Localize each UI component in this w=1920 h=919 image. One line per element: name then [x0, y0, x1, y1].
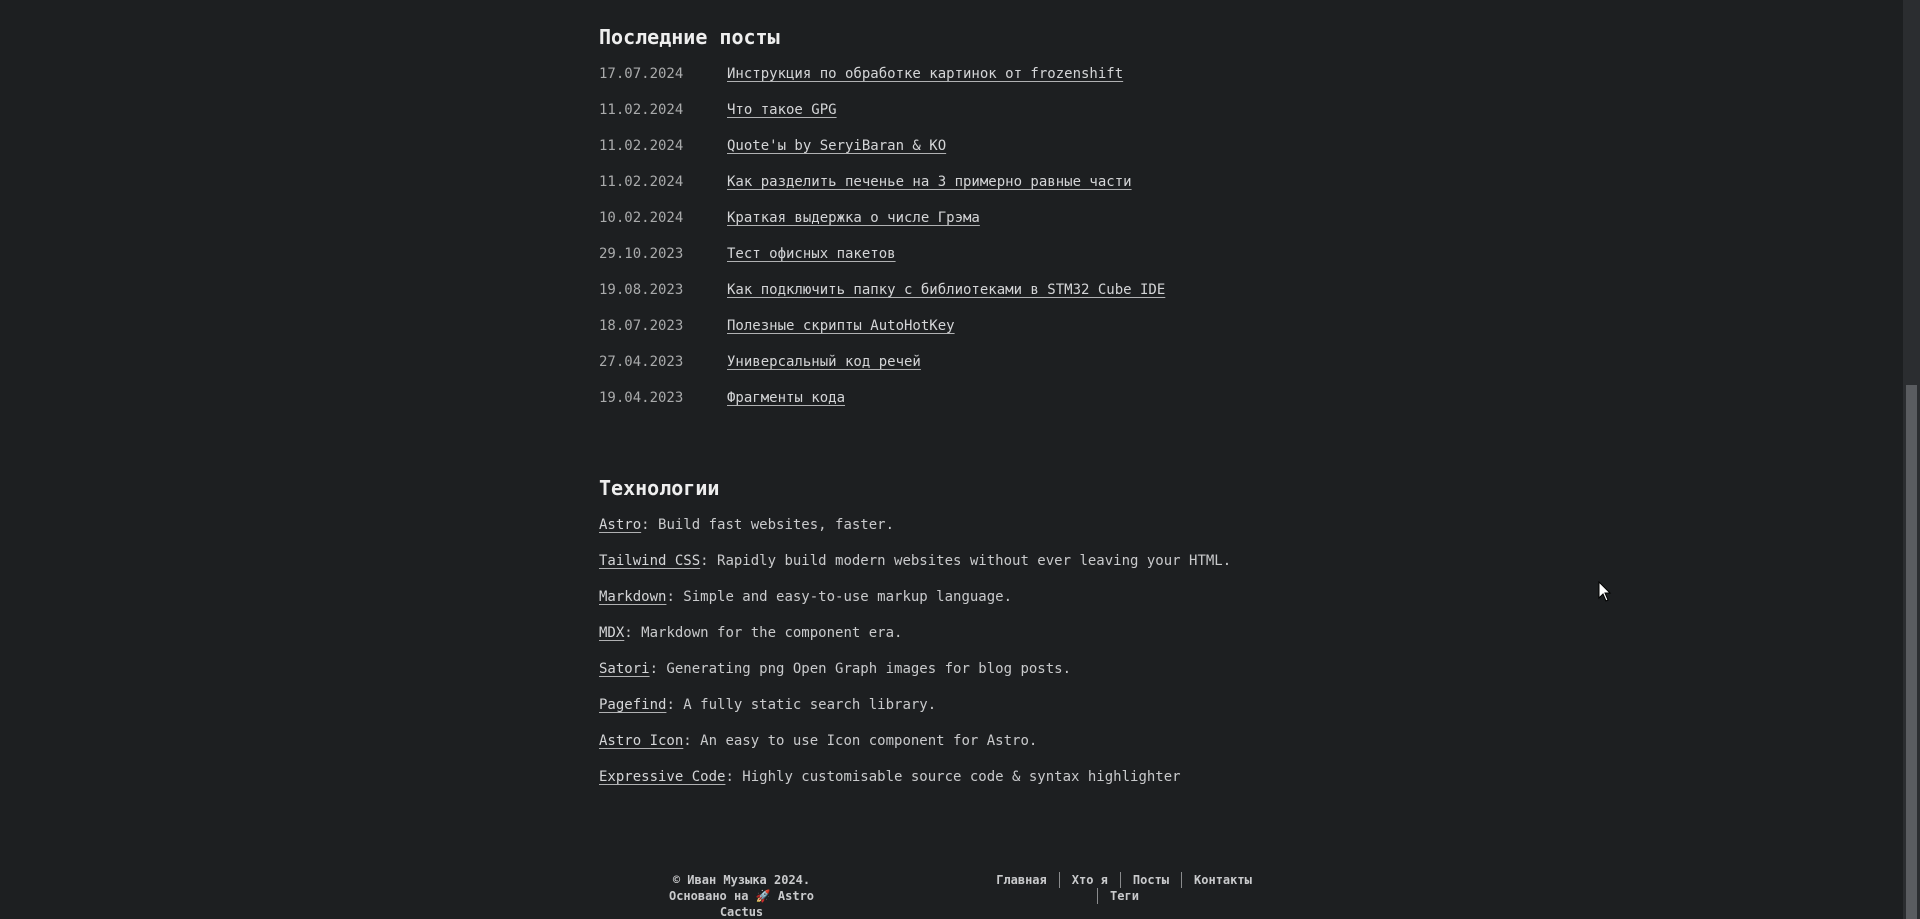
footer-nav-home[interactable]: Главная	[984, 872, 1059, 888]
tech-link[interactable]: Satori	[599, 661, 650, 677]
posts-list: 17.07.2024 Инструкция по обработке карти…	[599, 64, 1359, 424]
post-date: 19.04.2023	[599, 390, 684, 406]
list-item: Tailwind CSS: Rapidly build modern websi…	[599, 551, 1359, 587]
list-item: 11.02.2024 Что такое GPG	[599, 100, 1359, 136]
footer-nav-tags[interactable]: Теги	[1097, 888, 1151, 904]
tech-description: : Build fast websites, faster.	[641, 517, 895, 533]
post-date: 17.07.2024	[599, 66, 684, 82]
post-link[interactable]: Quote'ы by SeryiBaran & KO	[727, 136, 946, 156]
post-date: 29.10.2023	[599, 246, 684, 262]
mouse-cursor-icon	[1598, 581, 1612, 602]
list-item: 27.04.2023 Универсальный код речей	[599, 352, 1359, 388]
post-date: 11.02.2024	[599, 102, 684, 118]
tech-description: : A fully static search library.	[666, 697, 937, 713]
list-item: 18.07.2023 Полезные скрипты AutoHotKey	[599, 316, 1359, 352]
copyright: © Иван Музыка 2024.	[672, 873, 811, 887]
list-item: Expressive Code: Highly customisable sou…	[599, 767, 1359, 803]
list-item: Pagefind: A fully static search library.	[599, 695, 1359, 731]
list-item: Satori: Generating png Open Graph images…	[599, 659, 1359, 695]
post-date: 19.08.2023	[599, 282, 684, 298]
list-item: 29.10.2023 Тест офисных пакетов	[599, 244, 1359, 280]
tech-link[interactable]: Pagefind	[599, 697, 666, 713]
rocket-icon: 🚀	[755, 889, 771, 903]
post-link[interactable]: Тест офисных пакетов	[727, 244, 896, 264]
list-item: 11.02.2024 Quote'ы by SeryiBaran & KO	[599, 136, 1359, 172]
vertical-scrollbar[interactable]	[1903, 0, 1920, 919]
recent-posts-section: Последние посты 17.07.2024 Инструкция по…	[599, 24, 1359, 424]
tech-link[interactable]: Markdown	[599, 589, 666, 605]
technologies-title: Технологии	[599, 476, 720, 500]
list-item: Astro Icon: An easy to use Icon componen…	[599, 731, 1359, 767]
post-link[interactable]: Полезные скрипты AutoHotKey	[727, 316, 955, 336]
post-date: 11.02.2024	[599, 174, 684, 190]
main-content: Последние посты 17.07.2024 Инструкция по…	[599, 0, 1359, 803]
footer-nav-posts[interactable]: Посты	[1119, 872, 1181, 888]
built-with: Основано на 🚀 Astro Cactus	[659, 888, 824, 919]
tech-description: : Simple and easy-to-use markup language…	[666, 589, 1013, 605]
footer-nav-about[interactable]: Хто я	[1058, 872, 1120, 888]
post-link[interactable]: Как разделить печенье на 3 примерно равн…	[727, 172, 1132, 192]
recent-posts-title: Последние посты	[599, 25, 780, 49]
tech-link[interactable]: Tailwind CSS	[599, 553, 700, 569]
technologies-list: Astro: Build fast websites, faster. Tail…	[599, 515, 1359, 803]
tech-link[interactable]: Astro	[599, 517, 641, 533]
tech-description: : Highly customisable source code & synt…	[725, 769, 1181, 785]
scrollbar-thumb[interactable]	[1906, 385, 1917, 919]
post-link[interactable]: Краткая выдержка о числе Грэма	[727, 208, 980, 228]
tech-link[interactable]: MDX	[599, 625, 624, 641]
post-date: 27.04.2023	[599, 354, 684, 370]
list-item: Markdown: Simple and easy-to-use markup …	[599, 587, 1359, 623]
technologies-section: Технологии Astro: Build fast websites, f…	[599, 475, 1359, 803]
footer-nav: Главная Хто я Посты Контакты Теги	[984, 872, 1264, 904]
post-link[interactable]: Как подключить папку с библиотеками в ST…	[727, 280, 1165, 300]
list-item: 10.02.2024 Краткая выдержка о числе Грэм…	[599, 208, 1359, 244]
list-item: 19.04.2023 Фрагменты кода	[599, 388, 1359, 424]
list-item: 11.02.2024 Как разделить печенье на 3 пр…	[599, 172, 1359, 208]
built-with-prefix: Основано на	[668, 889, 749, 903]
list-item: MDX: Markdown for the component era.	[599, 623, 1359, 659]
footer-nav-contacts[interactable]: Контакты	[1181, 872, 1264, 888]
tech-description: : Generating png Open Graph images for b…	[649, 661, 1072, 677]
tech-description: : An easy to use Icon component for Astr…	[683, 733, 1038, 749]
tech-description: : Rapidly build modern websites without …	[700, 553, 1232, 569]
list-item: Astro: Build fast websites, faster.	[599, 515, 1359, 551]
post-date: 11.02.2024	[599, 138, 684, 154]
tech-description: : Markdown for the component era.	[624, 625, 903, 641]
post-date: 18.07.2023	[599, 318, 684, 334]
post-link[interactable]: Инструкция по обработке картинок от froz…	[727, 64, 1123, 84]
list-item: 17.07.2024 Инструкция по обработке карти…	[599, 64, 1359, 100]
tech-link[interactable]: Astro Icon	[599, 733, 683, 749]
post-link[interactable]: Фрагменты кода	[727, 388, 845, 408]
post-date: 10.02.2024	[599, 210, 684, 226]
tech-link[interactable]: Expressive Code	[599, 769, 725, 785]
list-item: 19.08.2023 Как подключить папку с библио…	[599, 280, 1359, 316]
post-link[interactable]: Универсальный код речей	[727, 352, 921, 372]
post-link[interactable]: Что такое GPG	[727, 100, 837, 120]
footer-credits: © Иван Музыка 2024. Основано на 🚀 Astro …	[659, 872, 824, 919]
